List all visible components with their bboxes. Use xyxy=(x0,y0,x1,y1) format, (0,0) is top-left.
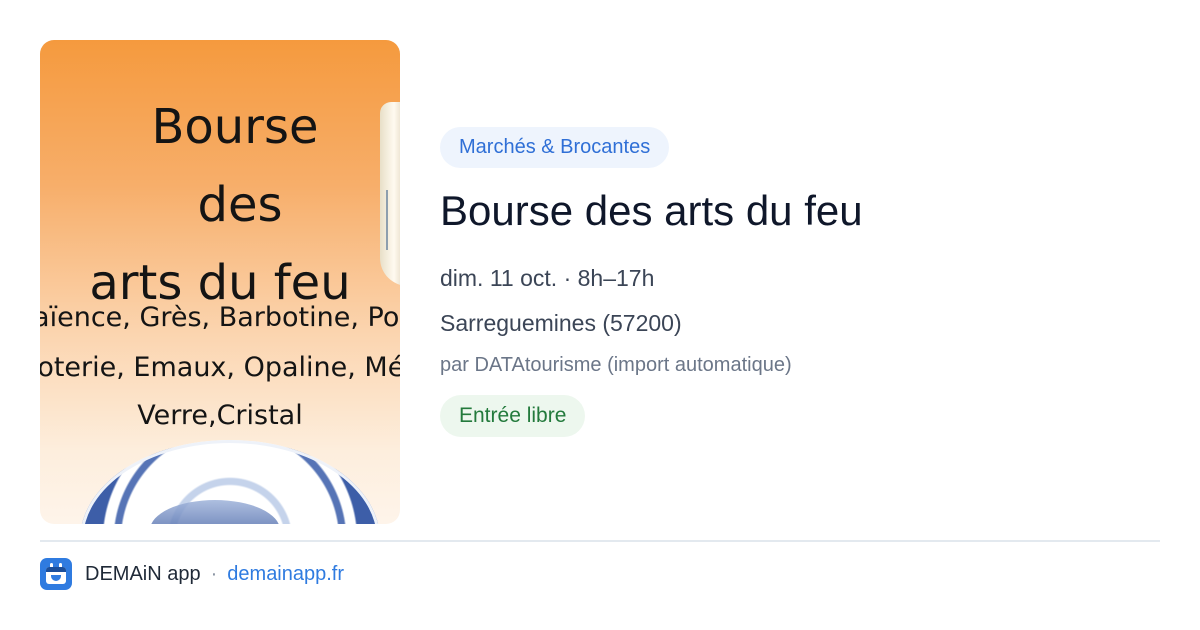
calendar-mascot-icon xyxy=(40,558,72,590)
app-name: DEMAiN app xyxy=(85,562,201,585)
site-link[interactable]: demainapp.fr xyxy=(227,563,344,586)
category-chip[interactable]: Marchés & Brocantes xyxy=(440,127,670,168)
poster-title-line-2: des xyxy=(197,177,283,233)
poster-title: Bourse des arts du feu xyxy=(40,88,400,322)
event-location: Sarreguemines (57200) xyxy=(440,310,682,336)
poster-materials-line-3: Verre,Cristal xyxy=(137,400,303,431)
poster-materials-line-1: Faïence, Grès, Barbotine, Porcelaine xyxy=(40,302,400,333)
footer-separator: · xyxy=(210,562,218,585)
event-source: par DATAtourisme (import automatique) xyxy=(440,354,792,376)
event-datetime: dim. 11 oct. · 8h–17h xyxy=(440,265,655,291)
poster-title-line-1: Bourse xyxy=(151,99,319,155)
poster-materials-line-2: Poterie, Emaux, Opaline, Métal xyxy=(40,352,400,383)
footer: DEMAiN app · demainapp.fr xyxy=(40,558,344,590)
price-badge: Entrée libre xyxy=(440,395,586,437)
event-title: Bourse des arts du feu xyxy=(440,187,863,234)
event-poster-image: Bourse des arts du feu Faïence, Grès, Ba… xyxy=(40,40,400,524)
footer-divider xyxy=(40,540,1160,542)
